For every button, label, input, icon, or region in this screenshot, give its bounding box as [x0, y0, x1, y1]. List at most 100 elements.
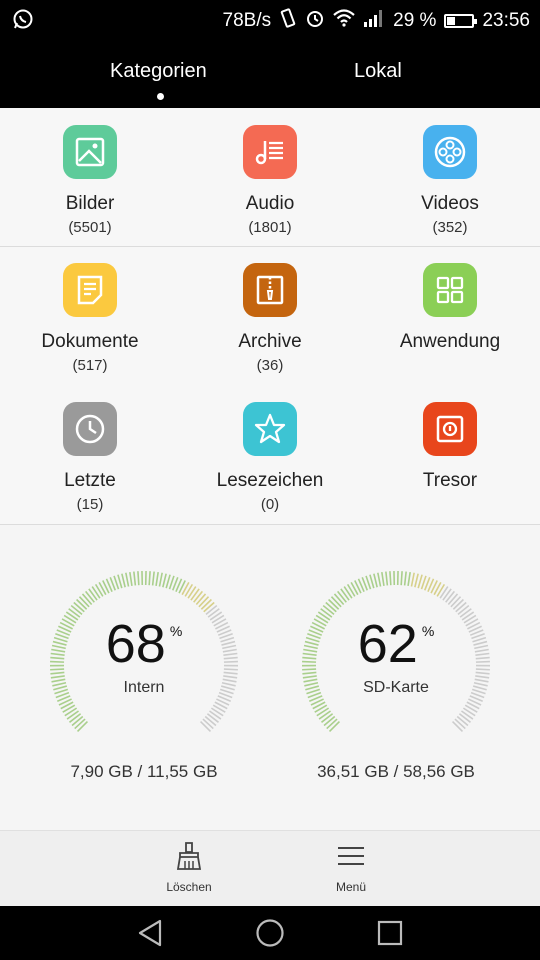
- gauge-tick: [454, 718, 466, 730]
- home-icon[interactable]: [255, 918, 285, 953]
- storage-section: 68% Intern 7,90 GB / 11,55 GB 62% SD-Kar…: [0, 525, 540, 830]
- gauge-tick: [202, 718, 214, 730]
- status-bar: 78B/s 29 % 23:56: [0, 0, 540, 38]
- category-label: Archive: [238, 331, 302, 352]
- menu-button[interactable]: Menü: [301, 841, 401, 894]
- storage-gauge-sd-karte[interactable]: 62% SD-Karte 36,51 GB / 58,56 GB: [296, 565, 496, 785]
- gauge-tick: [74, 718, 86, 730]
- gauge-tick: [381, 571, 385, 587]
- category-label: Audio: [245, 193, 295, 214]
- star-icon: [243, 402, 297, 456]
- gauge-tick: [198, 596, 210, 608]
- category-lesezeichen[interactable]: Lesezeichen (0): [180, 402, 360, 513]
- category-label: Bilder: [65, 193, 115, 214]
- gauge-tick: [336, 590, 347, 603]
- category-dokumente[interactable]: Dokumente (517): [0, 263, 180, 374]
- clock: 23:56: [482, 10, 530, 31]
- gauge-tick: [400, 571, 403, 586]
- gauge-tick: [137, 571, 140, 586]
- gauge-tick: [385, 571, 389, 586]
- category-archive[interactable]: Archive (36): [180, 263, 360, 374]
- vibrate-icon: [279, 8, 297, 34]
- broom-icon: [175, 842, 203, 874]
- clean-button[interactable]: Löschen: [139, 841, 239, 894]
- gauge-tick: [442, 588, 452, 601]
- safe-icon: [423, 402, 477, 456]
- menu-label: Menü: [335, 880, 367, 894]
- category-letzte[interactable]: Letzte (15): [0, 402, 180, 513]
- gauge-size: 36,51 GB / 58,56 GB: [317, 762, 475, 781]
- gauge-tick: [50, 675, 65, 679]
- gauge-tick: [452, 721, 464, 733]
- gauge-tick: [155, 571, 159, 587]
- gauge-tick: [450, 596, 462, 608]
- gauge-tick: [162, 573, 167, 588]
- category-videos[interactable]: Videos (352): [360, 125, 540, 236]
- signal-icon: [363, 9, 385, 33]
- gauge-tick: [410, 572, 415, 587]
- category-count: (352): [432, 219, 468, 236]
- gauge-tick: [151, 571, 155, 586]
- gauge-percent: 68%: [105, 614, 183, 674]
- category-count: (1801): [248, 219, 292, 236]
- category-label: Letzte: [64, 470, 116, 491]
- divider: [0, 246, 540, 247]
- category-label: Anwendung: [399, 331, 501, 352]
- gauge-tick: [129, 571, 133, 587]
- navigation-bar: [0, 906, 540, 960]
- category-count: (0): [260, 496, 280, 513]
- gauge-tick: [158, 572, 163, 587]
- gauge-tick: [447, 593, 459, 606]
- gauge-tick: [165, 574, 171, 589]
- active-tab-indicator: [157, 93, 164, 100]
- gauge-tick: [369, 574, 375, 589]
- gauge-tick: [377, 572, 382, 587]
- category-tresor[interactable]: Tresor: [360, 402, 540, 496]
- recents-icon[interactable]: [376, 918, 404, 953]
- gauge-size: 7,90 GB / 11,55 GB: [70, 762, 218, 781]
- category-count: (36): [256, 357, 284, 374]
- gauge-tick: [325, 601, 337, 613]
- category-label: Dokumente: [41, 331, 139, 352]
- gauge-tick: [200, 598, 212, 610]
- menu-icon: [337, 847, 365, 874]
- gauge-tick: [455, 601, 467, 613]
- gauge-tick: [206, 713, 219, 723]
- category-audio[interactable]: Audio (1801): [180, 125, 360, 236]
- gauge-tick: [323, 715, 336, 727]
- category-anwendung[interactable]: Anwendung: [360, 263, 540, 357]
- gauge-tick: [81, 593, 93, 606]
- category-count: (5501): [68, 219, 112, 236]
- gauge-tick: [84, 590, 95, 603]
- tab-kategorien[interactable]: Kategorien: [110, 60, 207, 83]
- gauge-tick: [88, 588, 98, 601]
- gauge-tick: [200, 721, 212, 733]
- gauge-tick: [133, 571, 137, 586]
- category-count: (517): [72, 357, 108, 374]
- gauge-tick: [475, 675, 490, 679]
- gauge-tick: [73, 601, 85, 613]
- gauge-tick: [76, 721, 88, 733]
- gauge-tick: [340, 588, 350, 601]
- back-icon[interactable]: [136, 918, 164, 953]
- archive-icon: [243, 263, 297, 317]
- category-bilder[interactable]: Bilder (5501): [0, 125, 180, 236]
- gauge-tick: [193, 590, 204, 603]
- gauge-tick: [69, 713, 82, 723]
- top-tabs: Kategorien Lokal: [0, 38, 540, 108]
- clock-icon: [63, 402, 117, 456]
- gauge-tick: [121, 573, 126, 588]
- clean-label: Löschen: [166, 880, 212, 894]
- gauge-tick: [389, 571, 392, 586]
- gauge-tick: [302, 675, 317, 679]
- gauge-tick: [195, 593, 207, 606]
- gauge-tick: [407, 571, 411, 587]
- category-label: Videos: [421, 193, 479, 214]
- storage-gauge-intern[interactable]: 68% Intern 7,90 GB / 11,55 GB: [44, 565, 244, 785]
- category-label: Tresor: [422, 470, 478, 491]
- gauge-tick: [333, 593, 345, 606]
- gauge-tick: [403, 571, 407, 586]
- gauge-tick: [458, 713, 471, 723]
- gauge-tick: [414, 573, 419, 588]
- tab-lokal[interactable]: Lokal: [354, 60, 402, 83]
